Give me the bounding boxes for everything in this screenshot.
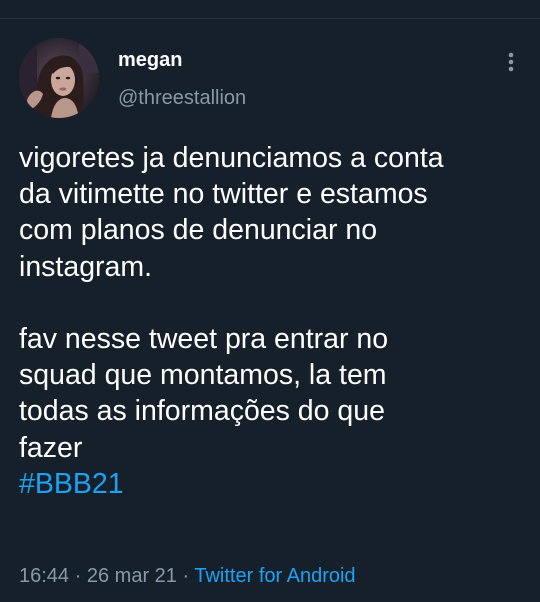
user-handle[interactable]: @threestallion: [118, 86, 246, 110]
tweet-meta: 16:44 · 26 mar 21 · Twitter for Android: [19, 563, 356, 589]
more-vertical-icon: [508, 52, 514, 72]
tweet-line: fazer: [19, 431, 83, 464]
more-menu-button[interactable]: [500, 48, 522, 76]
tweet-line: squad que montamos, la tem: [19, 359, 387, 392]
tweet-line: fav nesse tweet pra entrar no: [19, 323, 389, 355]
tweet-time: 16:44: [19, 565, 70, 587]
display-name[interactable]: megan: [118, 48, 182, 72]
tweet: megan @threestallion vigoretes ja denunc…: [0, 0, 540, 602]
tweet-line: vigoretes ja denunciamos a conta: [19, 142, 444, 174]
tweet-source-link[interactable]: Twitter for Android: [194, 565, 355, 587]
tweet-text: vigoretes ja denunciamos a conta da viti…: [19, 140, 529, 502]
tweet-paragraph-2: fav nesse tweet pra entrar no squad que …: [19, 321, 529, 466]
tweet-line: todas as informações do que: [19, 395, 385, 428]
tweet-line: da vitimette no twitter e estamos: [19, 178, 428, 211]
hashtag-link[interactable]: #BBB21: [19, 466, 529, 502]
avatar-photo: [19, 38, 99, 118]
meta-separator: ·: [182, 565, 190, 587]
meta-separator: ·: [74, 565, 82, 587]
avatar[interactable]: [19, 38, 99, 118]
tweet-line: instagram.: [19, 250, 153, 283]
tweet-date: 26 mar 21: [86, 565, 177, 587]
tweet-paragraph-1: vigoretes ja denunciamos a conta da viti…: [19, 140, 529, 285]
tweet-line: com planos de denunciar no: [19, 214, 378, 247]
